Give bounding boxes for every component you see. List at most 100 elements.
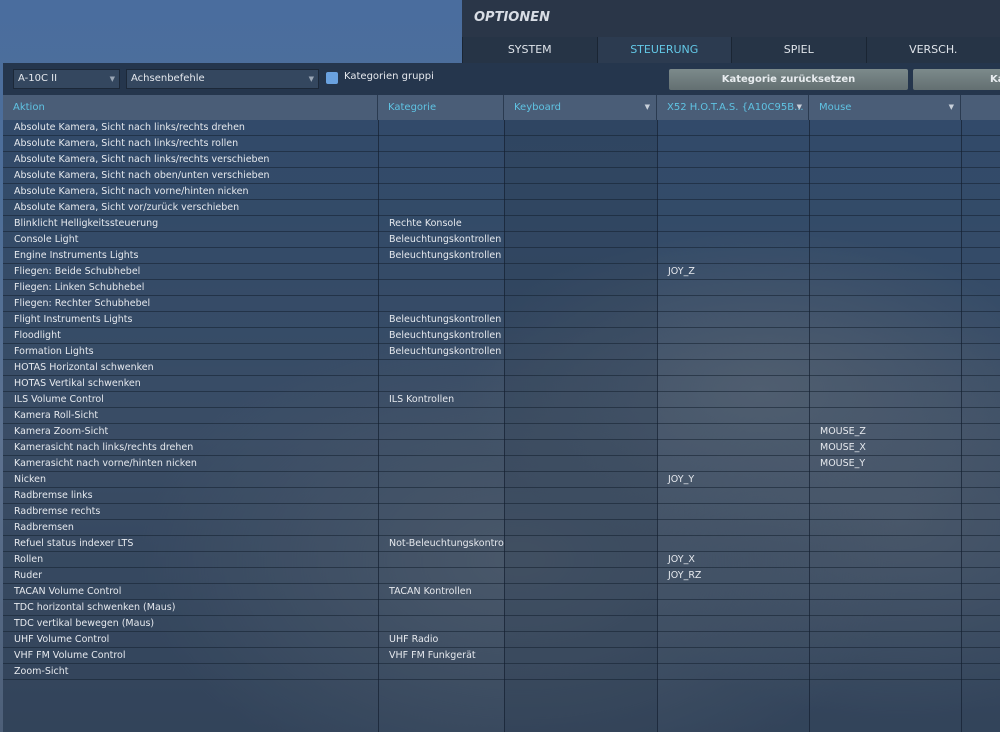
- keyboard-cell[interactable]: [504, 136, 657, 151]
- action-cell[interactable]: Ruder: [3, 568, 378, 583]
- table-row[interactable]: Flight Instruments Lights Beleuchtungskon…: [3, 312, 1000, 328]
- category-cell[interactable]: Rechte Konsole: [378, 216, 504, 231]
- action-cell[interactable]: Kamera Roll-Sicht: [3, 408, 378, 423]
- category-cell[interactable]: [378, 376, 504, 391]
- keyboard-cell[interactable]: [504, 456, 657, 471]
- keyboard-cell[interactable]: [504, 216, 657, 231]
- keyboard-cell[interactable]: [504, 152, 657, 167]
- mouse-cell[interactable]: MOUSE_Y: [809, 456, 961, 471]
- keyboard-cell[interactable]: [504, 184, 657, 199]
- mouse-cell[interactable]: [809, 648, 961, 663]
- keyboard-cell[interactable]: [504, 120, 657, 135]
- action-cell[interactable]: Fliegen: Linken Schubhebel: [3, 280, 378, 295]
- tab-steuerung[interactable]: STEUERUNG: [596, 37, 731, 63]
- joystick-cell[interactable]: [657, 536, 809, 551]
- table-row[interactable]: VHF FM Volume Control VHF FM Funkgerät: [3, 648, 1000, 664]
- table-row[interactable]: Nicken JOY_Y: [3, 472, 1000, 488]
- joystick-cell[interactable]: [657, 456, 809, 471]
- joystick-cell[interactable]: [657, 632, 809, 647]
- mouse-cell[interactable]: [809, 168, 961, 183]
- table-row[interactable]: Radbremse links: [3, 488, 1000, 504]
- category-cell[interactable]: [378, 360, 504, 375]
- joystick-cell[interactable]: [657, 168, 809, 183]
- table-row[interactable]: Formation Lights Beleuchtungskontrollen: [3, 344, 1000, 360]
- mouse-cell[interactable]: MOUSE_Z: [809, 424, 961, 439]
- action-cell[interactable]: UHF Volume Control: [3, 632, 378, 647]
- table-row[interactable]: Kamerasicht nach links/rechts drehen MOUS…: [3, 440, 1000, 456]
- category-cell[interactable]: [378, 600, 504, 615]
- table-row[interactable]: Fliegen: Rechter Schubhebel: [3, 296, 1000, 312]
- mode-select[interactable]: Achsenbefehle ▼: [126, 69, 319, 89]
- keyboard-cell[interactable]: [504, 232, 657, 247]
- keyboard-cell[interactable]: [504, 296, 657, 311]
- mouse-cell[interactable]: [809, 472, 961, 487]
- action-cell[interactable]: Console Light: [3, 232, 378, 247]
- keyboard-cell[interactable]: [504, 584, 657, 599]
- keyboard-cell[interactable]: [504, 360, 657, 375]
- action-cell[interactable]: Rollen: [3, 552, 378, 567]
- mouse-cell[interactable]: [809, 312, 961, 327]
- category-cell[interactable]: [378, 568, 504, 583]
- keyboard-cell[interactable]: [504, 472, 657, 487]
- joystick-cell[interactable]: JOY_Y: [657, 472, 809, 487]
- keyboard-cell[interactable]: [504, 248, 657, 263]
- action-cell[interactable]: Kamerasicht nach vorne/hinten nicken: [3, 456, 378, 471]
- joystick-cell[interactable]: [657, 248, 809, 263]
- joystick-cell[interactable]: [657, 504, 809, 519]
- keyboard-cell[interactable]: [504, 552, 657, 567]
- joystick-cell[interactable]: [657, 120, 809, 135]
- table-row[interactable]: Absolute Kamera, Sicht nach vorne/hinten…: [3, 184, 1000, 200]
- table-row[interactable]: TACAN Volume Control TACAN Kontrollen: [3, 584, 1000, 600]
- category-cell[interactable]: [378, 152, 504, 167]
- category-cell[interactable]: [378, 664, 504, 679]
- action-cell[interactable]: HOTAS Horizontal schwenken: [3, 360, 378, 375]
- category-cell[interactable]: [378, 424, 504, 439]
- keyboard-cell[interactable]: [504, 616, 657, 631]
- action-cell[interactable]: Absolute Kamera, Sicht vor/zurück versch…: [3, 200, 378, 215]
- keyboard-cell[interactable]: [504, 168, 657, 183]
- mouse-cell[interactable]: [809, 248, 961, 263]
- action-cell[interactable]: Nicken: [3, 472, 378, 487]
- table-row[interactable]: Rollen JOY_X: [3, 552, 1000, 568]
- joystick-cell[interactable]: [657, 616, 809, 631]
- keyboard-cell[interactable]: [504, 504, 657, 519]
- table-row[interactable]: Radbremse rechts: [3, 504, 1000, 520]
- category-cell[interactable]: [378, 472, 504, 487]
- mouse-cell[interactable]: [809, 616, 961, 631]
- joystick-cell[interactable]: [657, 664, 809, 679]
- column-kategorie[interactable]: Kategorie: [378, 95, 504, 120]
- mouse-cell[interactable]: [809, 216, 961, 231]
- joystick-cell[interactable]: JOY_Z: [657, 264, 809, 279]
- table-row[interactable]: Absolute Kamera, Sicht nach links/rechts…: [3, 136, 1000, 152]
- action-cell[interactable]: Absolute Kamera, Sicht nach vorne/hinten…: [3, 184, 378, 199]
- joystick-cell[interactable]: [657, 328, 809, 343]
- action-cell[interactable]: Refuel status indexer LTS: [3, 536, 378, 551]
- mouse-cell[interactable]: [809, 152, 961, 167]
- action-cell[interactable]: Fliegen: Rechter Schubhebel: [3, 296, 378, 311]
- keyboard-cell[interactable]: [504, 424, 657, 439]
- column-keyboard[interactable]: Keyboard ▼: [504, 95, 657, 120]
- table-row[interactable]: Absolute Kamera, Sicht nach oben/unten v…: [3, 168, 1000, 184]
- reset-category-button[interactable]: Kategorie zurücksetzen: [669, 69, 908, 90]
- category-cell[interactable]: [378, 520, 504, 535]
- table-row[interactable]: Kamera Roll-Sicht: [3, 408, 1000, 424]
- category-cell[interactable]: [378, 168, 504, 183]
- action-cell[interactable]: Flight Instruments Lights: [3, 312, 378, 327]
- action-cell[interactable]: Floodlight: [3, 328, 378, 343]
- mouse-cell[interactable]: MOUSE_X: [809, 440, 961, 455]
- category-cell[interactable]: [378, 296, 504, 311]
- keyboard-cell[interactable]: [504, 440, 657, 455]
- mouse-cell[interactable]: [809, 232, 961, 247]
- table-row[interactable]: Zoom-Sicht: [3, 664, 1000, 680]
- keyboard-cell[interactable]: [504, 344, 657, 359]
- joystick-cell[interactable]: [657, 296, 809, 311]
- keyboard-cell[interactable]: [504, 488, 657, 503]
- keyboard-cell[interactable]: [504, 376, 657, 391]
- table-row[interactable]: Engine Instruments Lights Beleuchtungskon…: [3, 248, 1000, 264]
- table-row[interactable]: Blinklicht Helligkeitssteuerung Rechte Ko…: [3, 216, 1000, 232]
- joystick-cell[interactable]: [657, 152, 809, 167]
- joystick-cell[interactable]: [657, 584, 809, 599]
- table-row[interactable]: Radbremsen: [3, 520, 1000, 536]
- category-cell[interactable]: Not-Beleuchtungskontrolle: [378, 536, 504, 551]
- keyboard-cell[interactable]: [504, 408, 657, 423]
